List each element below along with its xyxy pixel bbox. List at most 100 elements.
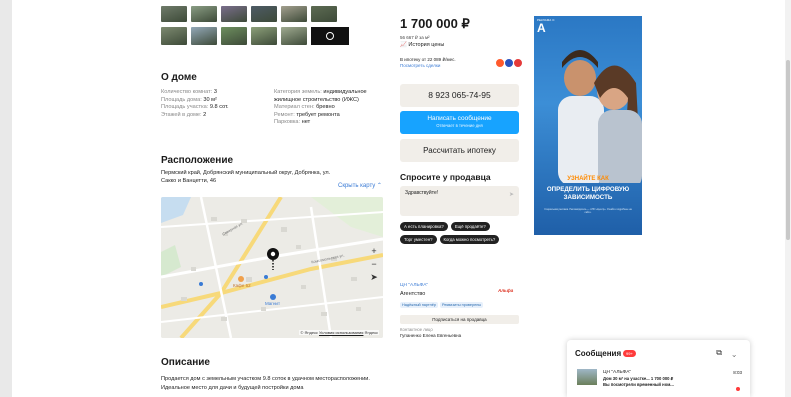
photo-thumbnail[interactable] xyxy=(161,27,187,45)
page-scrollbar[interactable] xyxy=(785,0,791,397)
ad-disclaimer: Социальная реклама. Рекламодатель — АНО … xyxy=(544,208,632,215)
fact-label: Парковка: xyxy=(274,119,302,125)
unread-dot xyxy=(736,387,740,391)
quick-question-chip[interactable]: А есть планировка? xyxy=(400,222,448,231)
quick-question-chip[interactable]: Когда можно посмотреть? xyxy=(439,235,500,244)
ad-people-image xyxy=(558,50,642,183)
location-title: Расположение xyxy=(161,155,234,166)
left-gutter xyxy=(0,0,12,397)
fact-line: Ремонт: требует ремонта xyxy=(274,112,379,120)
fact-value: бревно xyxy=(316,104,335,110)
fact-line: Этажей в доме: 2 xyxy=(161,112,266,120)
about-title: О доме xyxy=(161,72,197,83)
seller-tag: Надёжный партнёр xyxy=(400,302,438,308)
photo-thumbnail[interactable] xyxy=(161,6,187,22)
chat-seller-name[interactable]: ЦН "АЛЬФА" xyxy=(603,370,631,375)
photo-thumbnail[interactable] xyxy=(251,27,277,45)
photo-thumbnail[interactable] xyxy=(191,27,217,45)
map-copyright: © Яндекс Условия использования Яндекс xyxy=(299,330,379,335)
fact-line: Количество комнат: 3 xyxy=(161,89,266,97)
more-photos-button[interactable] xyxy=(311,27,349,45)
chat-thumbnail[interactable] xyxy=(577,369,597,385)
seller-name-link[interactable]: ЦН "АЛЬФА" xyxy=(400,283,428,288)
bank-icon xyxy=(513,58,523,68)
fact-label: Материал стен: xyxy=(274,104,317,110)
ad-logo: А xyxy=(537,21,546,35)
send-icon[interactable]: ➤ xyxy=(509,191,514,198)
map-poi-shop[interactable]: Магнит xyxy=(265,301,280,306)
chat-last-message[interactable]: Вы посмотрели временный ном... xyxy=(603,382,674,387)
bank-badges xyxy=(495,58,523,68)
camera-icon xyxy=(326,32,334,40)
description-title: Описание xyxy=(161,357,210,368)
fact-value: 3 xyxy=(213,89,217,95)
about-facts-left: Количество комнат: 3 Площадь дома: 30 м² П… xyxy=(161,89,266,119)
locate-icon[interactable]: ➤ xyxy=(369,272,379,282)
seller-logo[interactable]: Альфа xyxy=(498,288,513,293)
mortgage-offers-link[interactable]: Посмотреть сделки xyxy=(400,63,456,69)
messages-title: Сообщения xyxy=(575,349,622,358)
photo-thumbnail[interactable] xyxy=(191,6,217,22)
photo-thumbnail[interactable] xyxy=(281,27,307,45)
photo-thumbnail[interactable] xyxy=(221,6,247,22)
fact-label: Категория земель: xyxy=(274,89,324,95)
photo-gallery xyxy=(161,6,371,50)
contact-label: Контактное лицо xyxy=(400,327,433,332)
unread-count-badge: 99+ xyxy=(623,350,636,357)
photo-thumbnail[interactable] xyxy=(281,6,307,22)
fact-value: 30 м² xyxy=(203,96,217,103)
fact-value: требует ремонта xyxy=(296,111,340,118)
fact-value: нет xyxy=(301,119,311,125)
price-history-link[interactable]: 📈 История цены xyxy=(400,42,444,48)
seller-type: Агентство xyxy=(400,291,426,297)
ask-message-input[interactable]: Здравствуйте! ➤ xyxy=(400,186,519,216)
ask-message-text: Здравствуйте! xyxy=(405,190,439,196)
fact-line: Площадь дома: 30 м² xyxy=(161,97,266,105)
map-poi-cafe[interactable]: Кафе 62 xyxy=(233,283,251,288)
mortgage-info: В ипотеку от 22 089 ₽/мес. Посмотреть сд… xyxy=(400,57,456,69)
about-facts-right: Категория земель: индивидуальное жилищно… xyxy=(274,89,379,127)
quick-questions: А есть планировка? Ещё продаёте? Торг умес… xyxy=(400,222,525,244)
description-text: Продается дом с земельным участком 9.8 с… xyxy=(161,376,370,391)
fact-line: Парковка: нет xyxy=(274,119,379,127)
quick-question-chip[interactable]: Ещё продаёте? xyxy=(450,222,490,231)
calculate-mortgage-button[interactable]: Рассчитать ипотеку xyxy=(400,139,519,162)
fact-label: Ремонт: xyxy=(274,111,297,118)
seller-tags: Надёжный партнёр Реквизиты проверены xyxy=(400,302,484,308)
ask-seller-title: Спросите у продавца xyxy=(400,172,491,182)
fact-label: Площадь дома: xyxy=(161,96,204,103)
write-message-button[interactable]: Написать сообщение Отвечает в течение дн… xyxy=(400,111,519,134)
photo-thumbnail[interactable] xyxy=(251,6,277,22)
write-message-sublabel: Отвечает в течение дня xyxy=(436,123,483,128)
price-per-m2: 56 667 ₽ за м² xyxy=(400,35,430,40)
map-terms-link[interactable]: Условия использования xyxy=(319,330,363,335)
photo-thumbnail[interactable] xyxy=(311,6,337,22)
subscribe-seller-button[interactable]: Подписаться на продавца xyxy=(400,315,519,324)
scrollbar-thumb[interactable] xyxy=(786,60,790,240)
fact-value: 9.8 сот. xyxy=(209,104,229,110)
ad-banner[interactable]: РЕКЛАМА ⊙ А УЗНАЙТЕ КАК ОПРЕДЕЛИТЬ ЦИФРО… xyxy=(534,16,642,235)
quick-question-chip[interactable]: Торг уместен? xyxy=(400,235,437,244)
show-phone-button[interactable]: 8 923 065-74-95 xyxy=(400,84,519,107)
messages-widget[interactable]: Сообщения 99+ ⧉ ⌄ ЦН "АЛЬФА" Дом 30 м² н… xyxy=(567,340,750,397)
photo-thumbnail[interactable] xyxy=(221,27,247,45)
chat-time: 8:03 xyxy=(733,370,742,375)
fact-label: Площадь участка: xyxy=(161,104,210,110)
hide-map-link[interactable]: Скрыть карту ⌃ xyxy=(338,182,382,189)
fact-label: Количество комнат: xyxy=(161,89,214,95)
fact-line: Площадь участка: 9.8 сот. xyxy=(161,104,266,112)
contact-name: Гупаненко Елена Евгеньевна xyxy=(400,333,462,338)
zoom-in-button[interactable]: + xyxy=(369,246,379,256)
write-message-label: Написать сообщение xyxy=(427,115,492,122)
map-canvas xyxy=(161,197,383,338)
fact-line: Материал стен: бревно xyxy=(274,104,379,112)
expand-collapse-icons[interactable]: ⧉ ⌄ xyxy=(716,348,740,358)
zoom-out-button[interactable]: − xyxy=(369,259,379,269)
fact-value: 2 xyxy=(203,111,207,118)
address-text: Пермский край, Добрянский муниципальный … xyxy=(161,170,331,184)
ad-headline-orange: УЗНАЙТЕ КАК xyxy=(567,176,609,182)
seller-tag: Реквизиты проверены xyxy=(439,302,484,308)
chat-listing-title[interactable]: Дом 30 м² на участке... 1 700 000 ₽ xyxy=(603,376,673,381)
map[interactable]: Кафе 62 Магнит Комсомольская ул. Северна… xyxy=(161,197,383,338)
ad-headline: ОПРЕДЕЛИТЬ ЦИФРОВУЮ ЗАВИСИМОСТЬ xyxy=(546,186,630,201)
